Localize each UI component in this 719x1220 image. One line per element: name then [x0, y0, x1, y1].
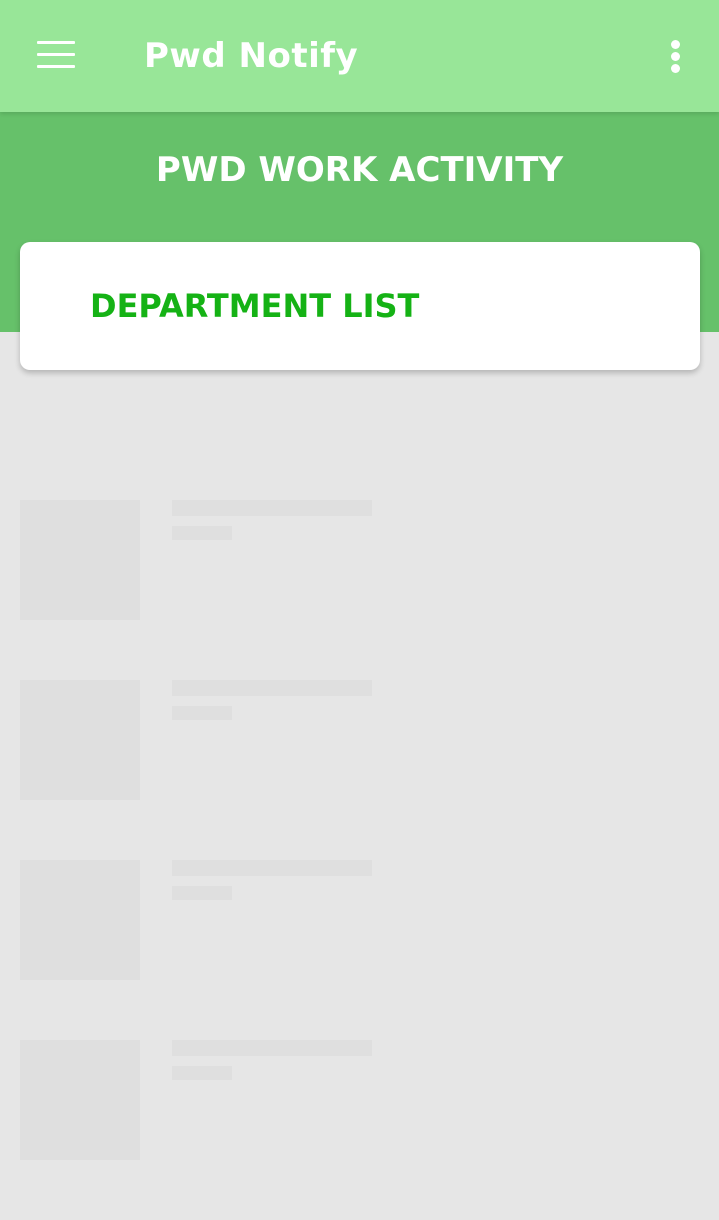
placeholder-row	[0, 1040, 719, 1220]
department-list-label: DEPARTMENT LIST	[90, 287, 420, 325]
menu-line	[37, 41, 75, 44]
placeholder-subtitle-line	[172, 706, 232, 720]
loading-placeholder-list	[0, 500, 719, 1220]
menu-line	[37, 53, 75, 56]
placeholder-row	[0, 680, 719, 860]
overflow-dot	[671, 52, 680, 61]
placeholder-thumbnail	[20, 1040, 140, 1160]
placeholder-row	[0, 860, 719, 1040]
placeholder-thumbnail	[20, 860, 140, 980]
placeholder-title-line	[172, 1040, 372, 1056]
placeholder-title-line	[172, 860, 372, 876]
placeholder-subtitle-line	[172, 886, 232, 900]
app-bar: Pwd Notify	[0, 0, 719, 112]
placeholder-row	[0, 500, 719, 680]
placeholder-title-line	[172, 680, 372, 696]
placeholder-thumbnail	[20, 500, 140, 620]
overflow-dot	[671, 40, 680, 49]
placeholder-subtitle-line	[172, 526, 232, 540]
app-title: Pwd Notify	[144, 36, 359, 76]
department-list-card[interactable]: DEPARTMENT LIST	[20, 242, 700, 370]
more-vertical-icon[interactable]	[664, 38, 688, 76]
placeholder-subtitle-line	[172, 1066, 232, 1080]
placeholder-thumbnail	[20, 680, 140, 800]
menu-line	[37, 65, 75, 68]
hamburger-menu-icon[interactable]	[37, 41, 75, 69]
overflow-dot	[671, 64, 680, 73]
page-title: PWD WORK ACTIVITY	[155, 150, 564, 190]
placeholder-title-line	[172, 500, 372, 516]
